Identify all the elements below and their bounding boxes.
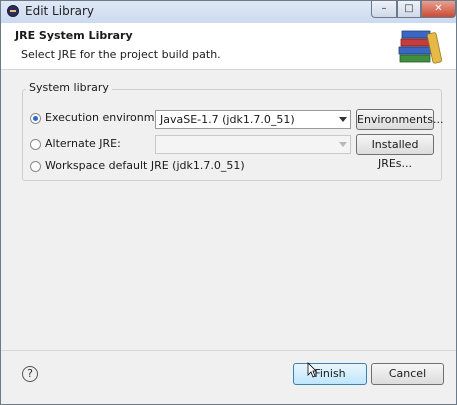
- header-description: Select JRE for the project build path.: [21, 48, 221, 61]
- maximize-button[interactable]: □: [397, 1, 421, 18]
- workspace-default-jre-radio[interactable]: [30, 161, 41, 172]
- footer-separator: [1, 350, 456, 351]
- title-bar: Edit Library – □ ✕: [1, 1, 456, 23]
- finish-button[interactable]: Finish: [293, 363, 367, 385]
- chevron-down-icon: [339, 117, 347, 122]
- installed-jres-button[interactable]: Installed JREs...: [356, 134, 434, 170]
- alternate-jre-combo[interactable]: [155, 135, 351, 154]
- close-button[interactable]: ✕: [421, 1, 456, 18]
- mouse-pointer-icon: [307, 362, 317, 378]
- execution-environment-value: JavaSE-1.7 (jdk1.7.0_51): [160, 113, 295, 126]
- alternate-jre-label[interactable]: Alternate JRE:: [45, 137, 121, 150]
- header-title: JRE System Library: [15, 29, 133, 42]
- execution-environment-combo[interactable]: JavaSE-1.7 (jdk1.7.0_51): [155, 110, 351, 129]
- edit-library-dialog: Edit Library – □ ✕ JRE System Library Se…: [0, 0, 457, 405]
- window-title: Edit Library: [25, 4, 95, 18]
- system-library-legend: System library: [26, 81, 112, 94]
- help-icon[interactable]: ?: [22, 366, 38, 382]
- library-books-icon: [398, 30, 443, 64]
- chevron-down-icon: [339, 142, 347, 147]
- eclipse-app-icon: [7, 5, 19, 17]
- alternate-jre-radio[interactable]: [30, 139, 41, 150]
- environments-button[interactable]: Environments...: [356, 109, 443, 130]
- cancel-button[interactable]: Cancel: [371, 363, 444, 385]
- minimize-button[interactable]: –: [371, 1, 397, 18]
- execution-environment-radio[interactable]: [30, 113, 41, 124]
- dialog-header: JRE System Library Select JRE for the pr…: [1, 23, 456, 70]
- workspace-default-jre-label[interactable]: Workspace default JRE (jdk1.7.0_51): [45, 159, 245, 172]
